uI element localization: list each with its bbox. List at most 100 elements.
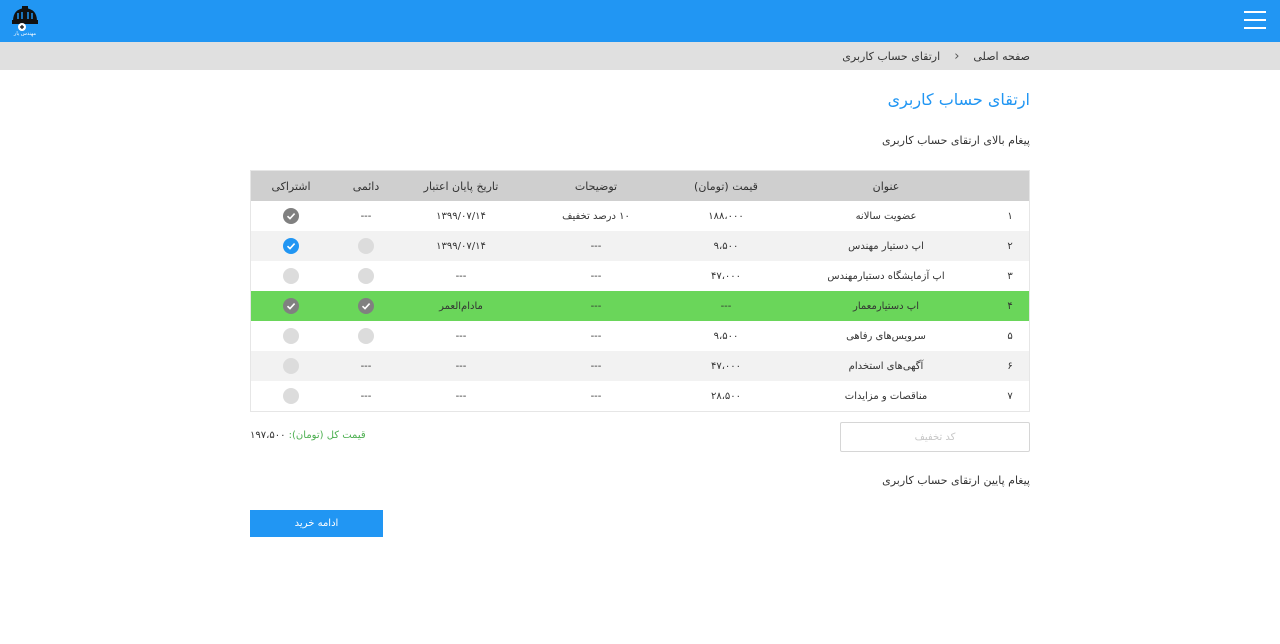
total-price: قیمت کل (تومان): ۱۹۷،۵۰۰ [250,430,366,441]
row-title: عضویت سالانه [855,210,917,222]
row-subscription [251,291,331,321]
row-desc: --- [590,390,602,402]
hamburger-icon-line [1244,19,1266,21]
table-body: ۱ عضویت سالانه ۱۸۸،۰۰۰ ۱۰ درصد تخفیف ۱۳۹۹/۰۷… [251,201,1029,411]
logo[interactable]: مهندس یار [10,3,40,39]
header-price: قیمت (تومان) [694,179,758,193]
permanent-checkbox[interactable] [358,328,374,344]
row-date: ۱۳۹۹/۰۷/۱۴ [436,210,486,222]
table-row: ۵ سرویس‌های رفاهی ۹،۵۰۰ --- --- [251,321,1029,351]
row-price: --- [720,300,732,312]
permanent-text: --- [360,360,372,372]
row-number: ۳ [1007,270,1013,282]
subscription-checkbox[interactable] [283,328,299,344]
total-value: ۱۹۷،۵۰۰ [250,430,286,441]
row-number: ۵ [1007,330,1013,342]
row-price: ۲۸،۵۰۰ [710,390,742,402]
row-title: آگهی‌های استخدام [848,360,924,372]
header-subscription: اشتراکی [271,179,311,193]
row-permanent [331,321,401,351]
row-permanent: --- [331,381,401,411]
bottom-message: پیغام پایین ارتقای حساب کاربری [882,474,1030,487]
row-permanent [331,231,401,261]
row-subscription [251,201,331,231]
row-price: ۹،۵۰۰ [713,240,739,252]
permanent-checkbox[interactable] [358,238,374,254]
row-price: ۹،۵۰۰ [713,330,739,342]
hamburger-icon-line [1244,27,1266,29]
row-subscription [251,321,331,351]
row-number: ۲ [1007,240,1013,252]
total-label: قیمت کل (تومان): [288,430,366,441]
row-date: مادام‌العمر [439,300,483,312]
permanent-checkbox[interactable] [358,298,374,314]
permanent-text: --- [360,210,372,222]
table-row: ۲ اپ دستیار مهندس ۹،۵۰۰ --- ۱۳۹۹/۰۷/۱۴ [251,231,1029,261]
row-subscription [251,261,331,291]
row-title: اپ دستیارمعمار [853,300,919,312]
row-permanent: --- [331,201,401,231]
row-price: ۱۸۸،۰۰۰ [708,210,744,222]
subscription-checkbox[interactable] [283,298,299,314]
row-title: سرویس‌های رفاهی [846,330,926,342]
breadcrumb: صفحه اصلی ‹ ارتقای حساب کاربری [842,42,1030,70]
row-desc: ۱۰ درصد تخفیف [562,210,630,222]
row-desc: --- [590,330,602,342]
row-title: اپ دستیار مهندس [848,240,924,252]
row-price: ۴۷،۰۰۰ [710,270,742,282]
page-title: ارتقای حساب کاربری [887,90,1030,109]
logo-text: مهندس یار [13,31,37,37]
header-permanent: دائمی [352,179,380,193]
breadcrumb-current: ارتقای حساب کاربری [842,49,941,63]
row-number: ۶ [1007,360,1013,372]
helmet-logo-icon [12,6,38,31]
top-bar: مهندس یار [0,0,1280,42]
subscription-checkbox[interactable] [283,388,299,404]
header-date: تاریخ پایان اعتبار [423,179,499,193]
subscription-checkbox[interactable] [283,268,299,284]
table-row: ۳ اپ آزمایشگاه دستیارمهندس ۴۷،۰۰۰ --- --- [251,261,1029,291]
row-subscription [251,231,331,261]
breadcrumb-bar: صفحه اصلی ‹ ارتقای حساب کاربری [0,42,1280,70]
row-title: مناقصات و مزایدات [844,390,928,402]
row-price: ۴۷،۰۰۰ [710,360,742,372]
hamburger-icon-line [1244,11,1266,13]
row-permanent [331,261,401,291]
row-date: --- [455,360,467,372]
continue-purchase-button[interactable]: ادامه خرید [250,510,383,537]
row-desc: --- [590,240,602,252]
table-row: ۶ آگهی‌های استخدام ۴۷،۰۰۰ --- --- --- [251,351,1029,381]
table-header-row: عنوان قیمت (تومان) توضیحات تاریخ پایان ا… [251,171,1029,201]
row-number: ۱ [1007,210,1013,222]
row-permanent [331,291,401,321]
permanent-checkbox[interactable] [358,268,374,284]
row-date: --- [455,390,467,402]
table-row: ۱ عضویت سالانه ۱۸۸،۰۰۰ ۱۰ درصد تخفیف ۱۳۹۹/۰۷… [251,201,1029,231]
breadcrumb-home-link[interactable]: صفحه اصلی [973,50,1030,63]
row-desc: --- [590,300,602,312]
table-row: ۷ مناقصات و مزایدات ۲۸،۵۰۰ --- --- --- [251,381,1029,411]
discount-code-input[interactable] [840,422,1030,452]
row-number: ۷ [1007,390,1013,402]
row-subscription [251,381,331,411]
hamburger-menu-button[interactable] [1244,11,1266,29]
subscription-checkbox[interactable] [283,208,299,224]
header-title: عنوان [872,179,900,193]
row-number: ۴ [1007,300,1013,312]
row-title: اپ آزمایشگاه دستیارمهندس [827,270,945,282]
row-date: ۱۳۹۹/۰۷/۱۴ [436,240,486,252]
row-desc: --- [590,360,602,372]
row-permanent: --- [331,351,401,381]
header-num [991,171,1029,201]
subscription-checkbox[interactable] [283,238,299,254]
row-date: --- [455,270,467,282]
header-desc: توضیحات [574,179,618,193]
row-subscription [251,351,331,381]
row-desc: --- [590,270,602,282]
row-date: --- [455,330,467,342]
chevron-left-icon: ‹ [954,48,960,64]
subscription-checkbox[interactable] [283,358,299,374]
upgrade-table: عنوان قیمت (تومان) توضیحات تاریخ پایان ا… [250,170,1030,412]
top-message: پیغام بالای ارتقای حساب کاربری [881,134,1030,147]
table-row: ۴ اپ دستیارمعمار --- --- مادام‌العمر [251,291,1029,321]
